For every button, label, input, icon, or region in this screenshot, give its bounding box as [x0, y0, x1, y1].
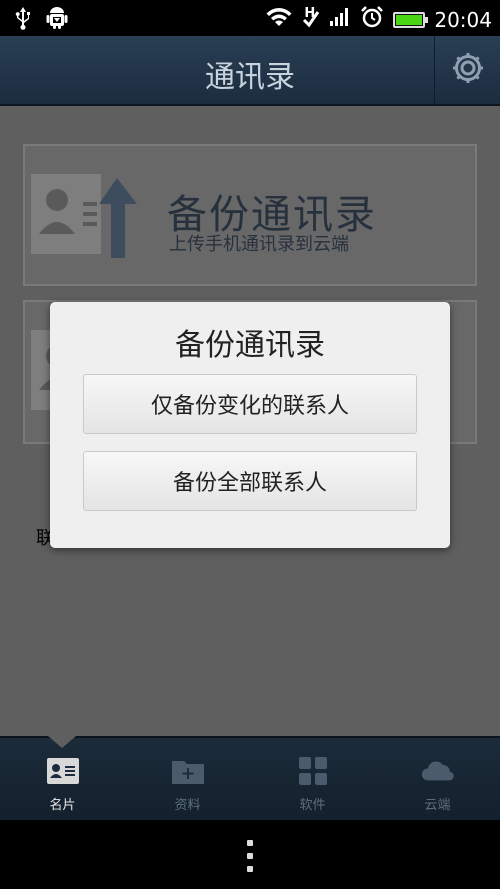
network-h-icon: H — [302, 6, 320, 33]
backup-changed-button[interactable]: 仅备份变化的联系人 — [83, 374, 417, 434]
tab-cards[interactable]: 名片 — [0, 738, 125, 822]
tab-label: 云端 — [424, 798, 451, 813]
backup-dialog: 备份通讯录 仅备份变化的联系人 备份全部联系人 — [50, 302, 450, 548]
dialog-title: 备份通讯录 — [175, 328, 325, 363]
bottom-tab-bar: 名片 资料 软件 云端 — [0, 736, 500, 820]
battery-icon — [393, 11, 429, 28]
android-debug-icon — [46, 6, 68, 35]
tab-files[interactable]: 资料 — [125, 738, 250, 822]
clock: 20:04 — [434, 7, 492, 32]
backup-card-subtitle: 上传手机通讯录到云端 — [169, 234, 349, 255]
tab-label: 软件 — [299, 798, 326, 813]
network-type-label: H — [304, 6, 316, 21]
tab-cloud[interactable]: 云端 — [375, 738, 500, 822]
cloud-icon — [421, 756, 455, 786]
system-nav-bar — [0, 820, 500, 889]
menu-dot — [247, 866, 253, 872]
settings-button[interactable] — [434, 36, 500, 104]
tab-label: 名片 — [49, 798, 76, 813]
tab-label: 资料 — [174, 798, 201, 813]
wifi-icon — [265, 6, 293, 33]
page-title: 通讯录 — [205, 60, 295, 95]
tab-software[interactable]: 软件 — [250, 738, 375, 822]
folder-add-icon — [171, 756, 205, 786]
apps-grid-icon — [296, 756, 330, 786]
alarm-icon — [360, 5, 384, 34]
contact-upload-icon — [31, 172, 151, 266]
backup-all-button[interactable]: 备份全部联系人 — [83, 451, 417, 511]
signal-icon — [329, 7, 351, 32]
menu-dot — [247, 840, 253, 846]
status-bar: H 20:04 — [0, 0, 500, 36]
menu-button[interactable] — [244, 840, 256, 872]
battery-fill — [396, 14, 423, 25]
title-bar: 通讯录 — [0, 36, 500, 106]
contact-card-icon — [46, 756, 80, 786]
gear-icon — [450, 50, 486, 90]
usb-icon — [14, 6, 32, 35]
backup-contacts-card[interactable]: 备份通讯录 上传手机通讯录到云端 — [23, 144, 477, 286]
menu-dot — [247, 853, 253, 859]
